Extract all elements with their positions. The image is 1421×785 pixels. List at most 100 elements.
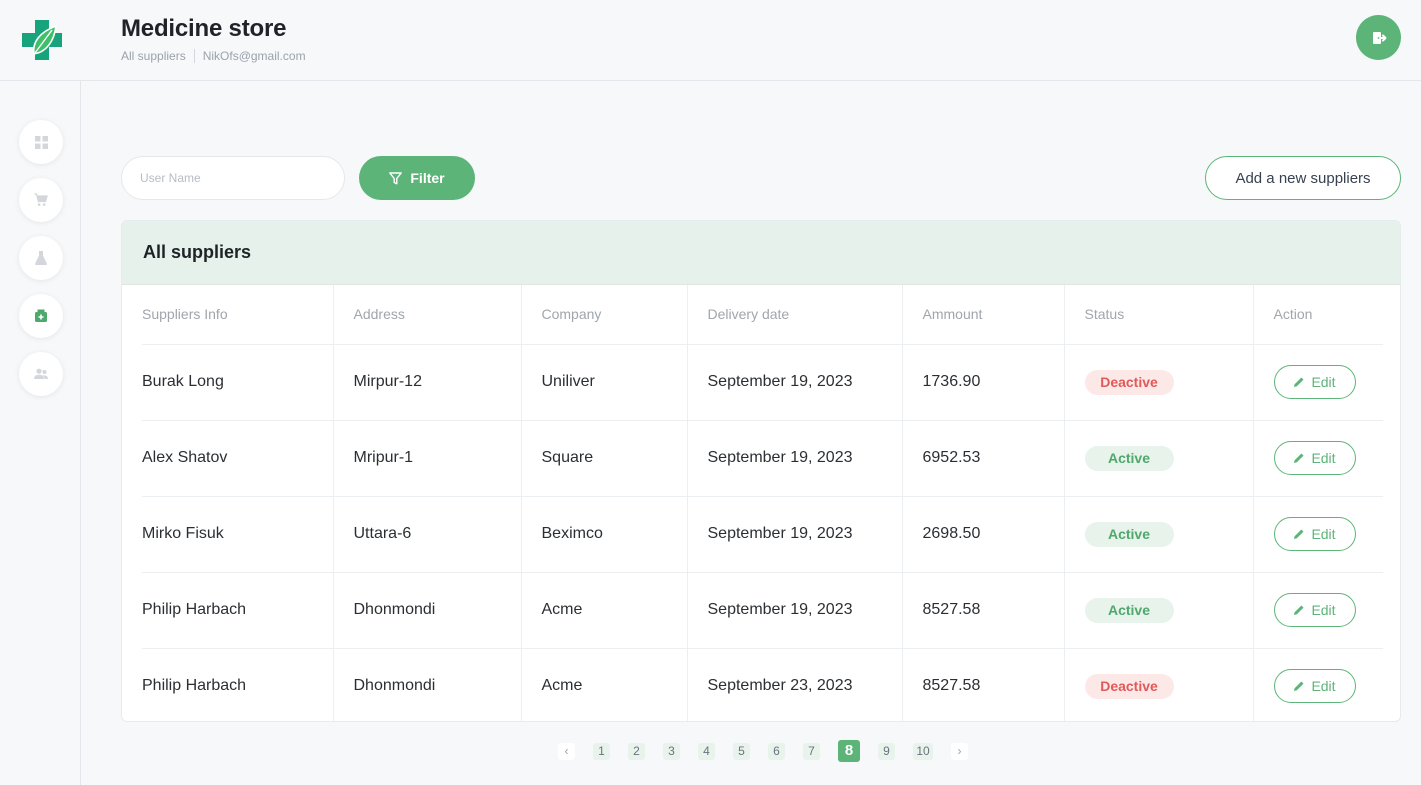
- supplier-address: Dhonmondi: [333, 572, 522, 649]
- action-cell: Edit: [1253, 648, 1383, 721]
- column-header-company: Company: [521, 285, 688, 345]
- amount: 8527.58: [902, 648, 1065, 721]
- status-cell: Deactive: [1064, 648, 1254, 721]
- amount: 8527.58: [902, 572, 1065, 649]
- page-button-9[interactable]: 9: [878, 742, 895, 760]
- amount: 2698.50: [902, 496, 1065, 573]
- pagination: ‹ 1 2 3 4 5 6 7 8 9 10 ›: [558, 740, 986, 762]
- next-page-button[interactable]: ›: [951, 742, 968, 760]
- search-input[interactable]: [121, 156, 345, 200]
- edit-button[interactable]: Edit: [1273, 517, 1356, 551]
- sidebar-item-users[interactable]: [19, 352, 63, 396]
- supplier-address: Uttara-6: [333, 496, 522, 573]
- sidebar: [0, 81, 81, 785]
- page-button-7[interactable]: 7: [803, 742, 820, 760]
- status-badge: Active: [1084, 521, 1174, 547]
- pencil-icon: [1294, 529, 1304, 539]
- users-icon: [34, 368, 48, 379]
- logout-icon: [1372, 31, 1386, 44]
- column-header-address: Address: [333, 285, 522, 345]
- edit-button-label: Edit: [1311, 602, 1336, 618]
- status-cell: Active: [1064, 572, 1254, 649]
- status-badge: Active: [1084, 445, 1174, 471]
- pencil-icon: [1294, 681, 1304, 692]
- supplier-name: Philip Harbach: [142, 648, 334, 721]
- suppliers-table: Suppliers Info Address Company Delivery …: [142, 285, 1383, 721]
- amount: 6952.53: [902, 420, 1065, 497]
- edit-button-label: Edit: [1311, 374, 1336, 390]
- sidebar-item-cart[interactable]: [19, 178, 63, 222]
- edit-button[interactable]: Edit: [1273, 441, 1356, 475]
- page-button-8-current[interactable]: 8: [838, 740, 860, 762]
- supplier-name: Philip Harbach: [142, 572, 334, 649]
- pencil-icon: [1294, 377, 1304, 387]
- edit-button-label: Edit: [1311, 526, 1336, 542]
- supplier-address: Mirpur-12: [333, 344, 522, 421]
- column-header-suppliers-info: Suppliers Info: [142, 285, 334, 345]
- status-cell: Active: [1064, 420, 1254, 497]
- supplier-name: Alex Shatov: [142, 420, 334, 497]
- delivery-date: September 19, 2023: [687, 344, 903, 421]
- supplier-name: Burak Long: [142, 344, 334, 421]
- sidebar-item-dashboard[interactable]: [19, 120, 63, 164]
- supplier-address: Dhonmondi: [333, 648, 522, 721]
- breadcrumb-divider: [193, 49, 195, 63]
- pharmacy-logo-icon: [22, 20, 62, 60]
- action-cell: Edit: [1253, 496, 1383, 573]
- supplier-company: Uniliver: [521, 344, 688, 421]
- logout-button[interactable]: [1356, 15, 1401, 60]
- page-button-6[interactable]: 6: [768, 742, 785, 760]
- card-header: All suppliers: [122, 221, 1400, 285]
- edit-button-label: Edit: [1311, 450, 1336, 466]
- status-badge: Deactive: [1084, 673, 1174, 699]
- status-badge: Deactive: [1084, 369, 1174, 395]
- page-button-1[interactable]: 1: [593, 742, 610, 760]
- delivery-date: September 23, 2023: [687, 648, 903, 721]
- column-header-status: Status: [1064, 285, 1254, 345]
- delivery-date: September 19, 2023: [687, 496, 903, 573]
- column-header-action: Action: [1253, 285, 1383, 345]
- status-badge: Active: [1084, 597, 1174, 623]
- prev-page-button[interactable]: ‹: [558, 742, 575, 760]
- suppliers-card: All suppliers Suppliers Info Address Com…: [121, 220, 1401, 722]
- page-button-4[interactable]: 4: [698, 742, 715, 760]
- table-row: Alex Shatov Mripur-1 Square September 19…: [142, 420, 1383, 497]
- supplier-company: Beximco: [521, 496, 688, 573]
- breadcrumb-current: All suppliers: [121, 49, 186, 63]
- sidebar-item-lab[interactable]: [19, 236, 63, 280]
- user-email: NikOfs@gmail.com: [202, 49, 306, 63]
- edit-button[interactable]: Edit: [1273, 669, 1356, 704]
- table-row: Philip Harbach Dhonmondi Acme September …: [142, 572, 1383, 649]
- table-row: Philip Harbach Dhonmondi Acme September …: [142, 648, 1383, 721]
- action-cell: Edit: [1253, 344, 1383, 421]
- pencil-icon: [1294, 605, 1304, 615]
- supplier-company: Square: [521, 420, 688, 497]
- table-header-row: Suppliers Info Address Company Delivery …: [142, 285, 1383, 345]
- edit-button[interactable]: Edit: [1273, 593, 1356, 627]
- flask-icon: [35, 251, 47, 265]
- card-title: All suppliers: [143, 242, 252, 262]
- status-cell: Deactive: [1064, 344, 1254, 421]
- add-supplier-button[interactable]: Add a new suppliers: [1205, 156, 1401, 200]
- table-row: Burak Long Mirpur-12 Uniliver September …: [142, 344, 1383, 421]
- page-button-5[interactable]: 5: [733, 742, 750, 760]
- column-header-delivery-date: Delivery date: [687, 285, 903, 345]
- supplier-name: Mirko Fisuk: [142, 496, 334, 573]
- page-button-10[interactable]: 10: [913, 742, 933, 760]
- column-header-amount: Ammount: [902, 285, 1065, 345]
- pencil-icon: [1294, 453, 1304, 463]
- supplier-company: Acme: [521, 648, 688, 721]
- filter-button[interactable]: Filter: [359, 156, 475, 200]
- top-header: Medicine store All suppliers NikOfs@gmai…: [0, 0, 1421, 81]
- delivery-date: September 19, 2023: [687, 572, 903, 649]
- sidebar-item-medicine[interactable]: [19, 294, 63, 338]
- page-button-3[interactable]: 3: [663, 742, 680, 760]
- cart-icon: [34, 193, 48, 206]
- page-title: Medicine store: [121, 15, 287, 42]
- page-button-2[interactable]: 2: [628, 742, 645, 760]
- action-cell: Edit: [1253, 420, 1383, 497]
- edit-button[interactable]: Edit: [1273, 365, 1356, 399]
- filter-button-label: Filter: [410, 170, 445, 186]
- supplier-company: Acme: [521, 572, 688, 649]
- table-row: Mirko Fisuk Uttara-6 Beximco September 1…: [142, 496, 1383, 573]
